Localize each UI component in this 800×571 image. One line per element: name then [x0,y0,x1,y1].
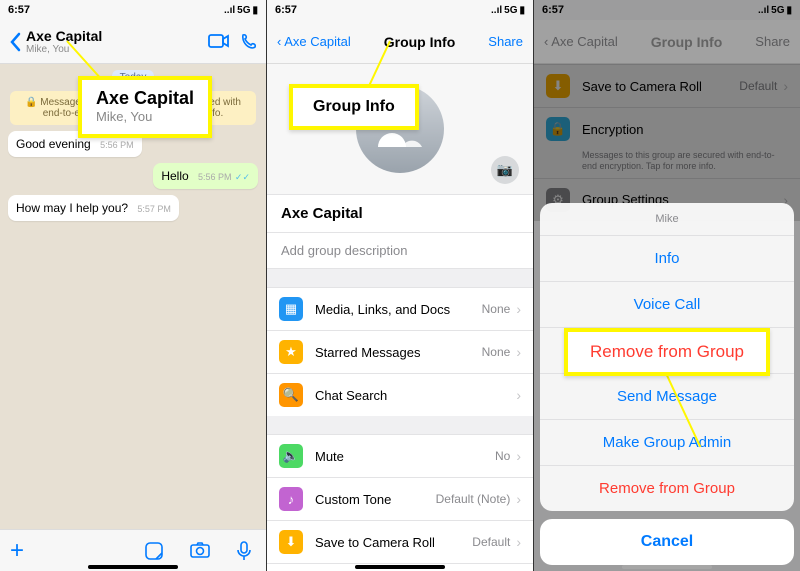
screen-title: Group Info [384,34,456,50]
message-time: 5:56 PM [198,172,232,182]
row-value: Default [472,535,510,549]
search-icon: 🔍 [279,383,303,407]
message-text: Good evening [16,137,91,151]
row-label: Mute [315,449,495,464]
status-bar: 6:57 ..ıl 5G ▮ [0,0,266,20]
status-indicators: ..ıl 5G ▮ [224,5,258,16]
callout-chat-title: Axe Capital Mike, You [78,76,212,138]
chat-title-block[interactable]: Axe Capital Mike, You [26,28,208,55]
edit-photo-icon[interactable]: 📷 [491,156,519,184]
sheet-option-info[interactable]: Info [540,235,794,281]
read-tick-icon: ✓✓ [235,172,250,182]
share-button[interactable]: Share [488,34,523,49]
tone-icon: ♪ [279,487,303,511]
chevron-icon: › [516,534,521,550]
row-value: None [482,345,511,359]
status-indicators: ..ıl 5G ▮ [491,5,525,16]
chat-title: Axe Capital [26,28,208,44]
callout-title: Axe Capital [96,88,194,109]
row-custom-tone[interactable]: ♪ Custom Tone Default (Note) › [267,477,533,520]
message-text: Hello [161,169,188,183]
row-mute[interactable]: 🔈 Mute No › [267,434,533,477]
sheet-cancel-button[interactable]: Cancel [540,519,794,565]
message-time: 5:56 PM [100,140,134,150]
mute-icon: 🔈 [279,444,303,468]
status-indicators: ..ıl 5G ▮ [758,5,792,16]
home-indicator [355,565,445,569]
action-sheet-screen: 6:57 ..ıl 5G ▮ ‹ Axe Capital Group Info … [534,0,800,571]
star-icon: ★ [279,340,303,364]
group-info-screen: 6:57 ..ıl 5G ▮ ‹ Axe Capital Group Info … [267,0,533,571]
chevron-icon: › [516,448,521,464]
row-label: Media, Links, and Docs [315,302,482,317]
row-label: Save to Camera Roll [315,535,472,550]
row-label: Chat Search [315,388,516,403]
sticker-icon[interactable] [144,541,164,561]
message-time: 5:57 PM [137,204,171,214]
sheet-option-make-admin[interactable]: Make Group Admin [540,419,794,465]
row-starred[interactable]: ★ Starred Messages None › [267,330,533,373]
voice-call-icon[interactable] [240,33,258,51]
sheet-option-remove[interactable]: Remove from Group [540,465,794,511]
row-save-camera-roll[interactable]: ⬇ Save to Camera Roll Default › [267,520,533,563]
message-bubble[interactable]: Hello 5:56 PM ✓✓ [153,163,258,189]
row-value: None [482,302,511,316]
chat-subtitle: Mike, You [26,44,208,55]
sheet-header: Mike [540,203,794,235]
save-icon: ⬇ [279,530,303,554]
status-bar: 6:57 ..ıl 5G ▮ [534,0,800,20]
mic-icon[interactable] [236,541,256,561]
row-media[interactable]: ▦ Media, Links, and Docs None › [267,287,533,330]
action-sheet: Mike Info Voice Call Video Call Send Mes… [540,203,794,565]
message-text: How may I help you? [16,201,128,215]
row-search[interactable]: 🔍 Chat Search › [267,373,533,416]
chat-navbar: Axe Capital Mike, You [0,20,266,64]
sheet-option-voice-call[interactable]: Voice Call [540,281,794,327]
row-value: No [495,449,510,463]
chevron-icon: › [516,344,521,360]
camera-icon[interactable] [190,541,210,561]
home-indicator [88,565,178,569]
chevron-icon: › [516,301,521,317]
photo-icon: ▦ [279,297,303,321]
callout-subtitle: Mike, You [96,109,194,124]
chevron-icon: › [516,491,521,507]
nav-actions [208,33,258,51]
back-icon[interactable] [8,32,22,52]
status-time: 6:57 [542,4,564,16]
status-bar: 6:57 ..ıl 5G ▮ [267,0,533,20]
chat-screen: 6:57 ..ıl 5G ▮ Axe Capital Mike, You Tod… [0,0,266,571]
attach-icon[interactable]: + [10,537,24,565]
callout-group-info: Group Info [289,84,419,130]
callout-remove: Remove from Group [564,328,770,376]
group-name-row[interactable]: Axe Capital [267,194,533,232]
message-bubble[interactable]: How may I help you? 5:57 PM [8,195,179,221]
row-label: Starred Messages [315,345,482,360]
row-label: Custom Tone [315,492,436,507]
chevron-icon: › [516,387,521,403]
status-time: 6:57 [275,4,297,16]
video-call-icon[interactable] [208,33,230,51]
group-description-row[interactable]: Add group description [267,232,533,269]
info-navbar: ‹ Axe Capital Group Info Share [267,20,533,64]
status-time: 6:57 [8,4,30,16]
back-button[interactable]: ‹ Axe Capital [277,34,351,49]
row-value: Default (Note) [436,492,511,506]
